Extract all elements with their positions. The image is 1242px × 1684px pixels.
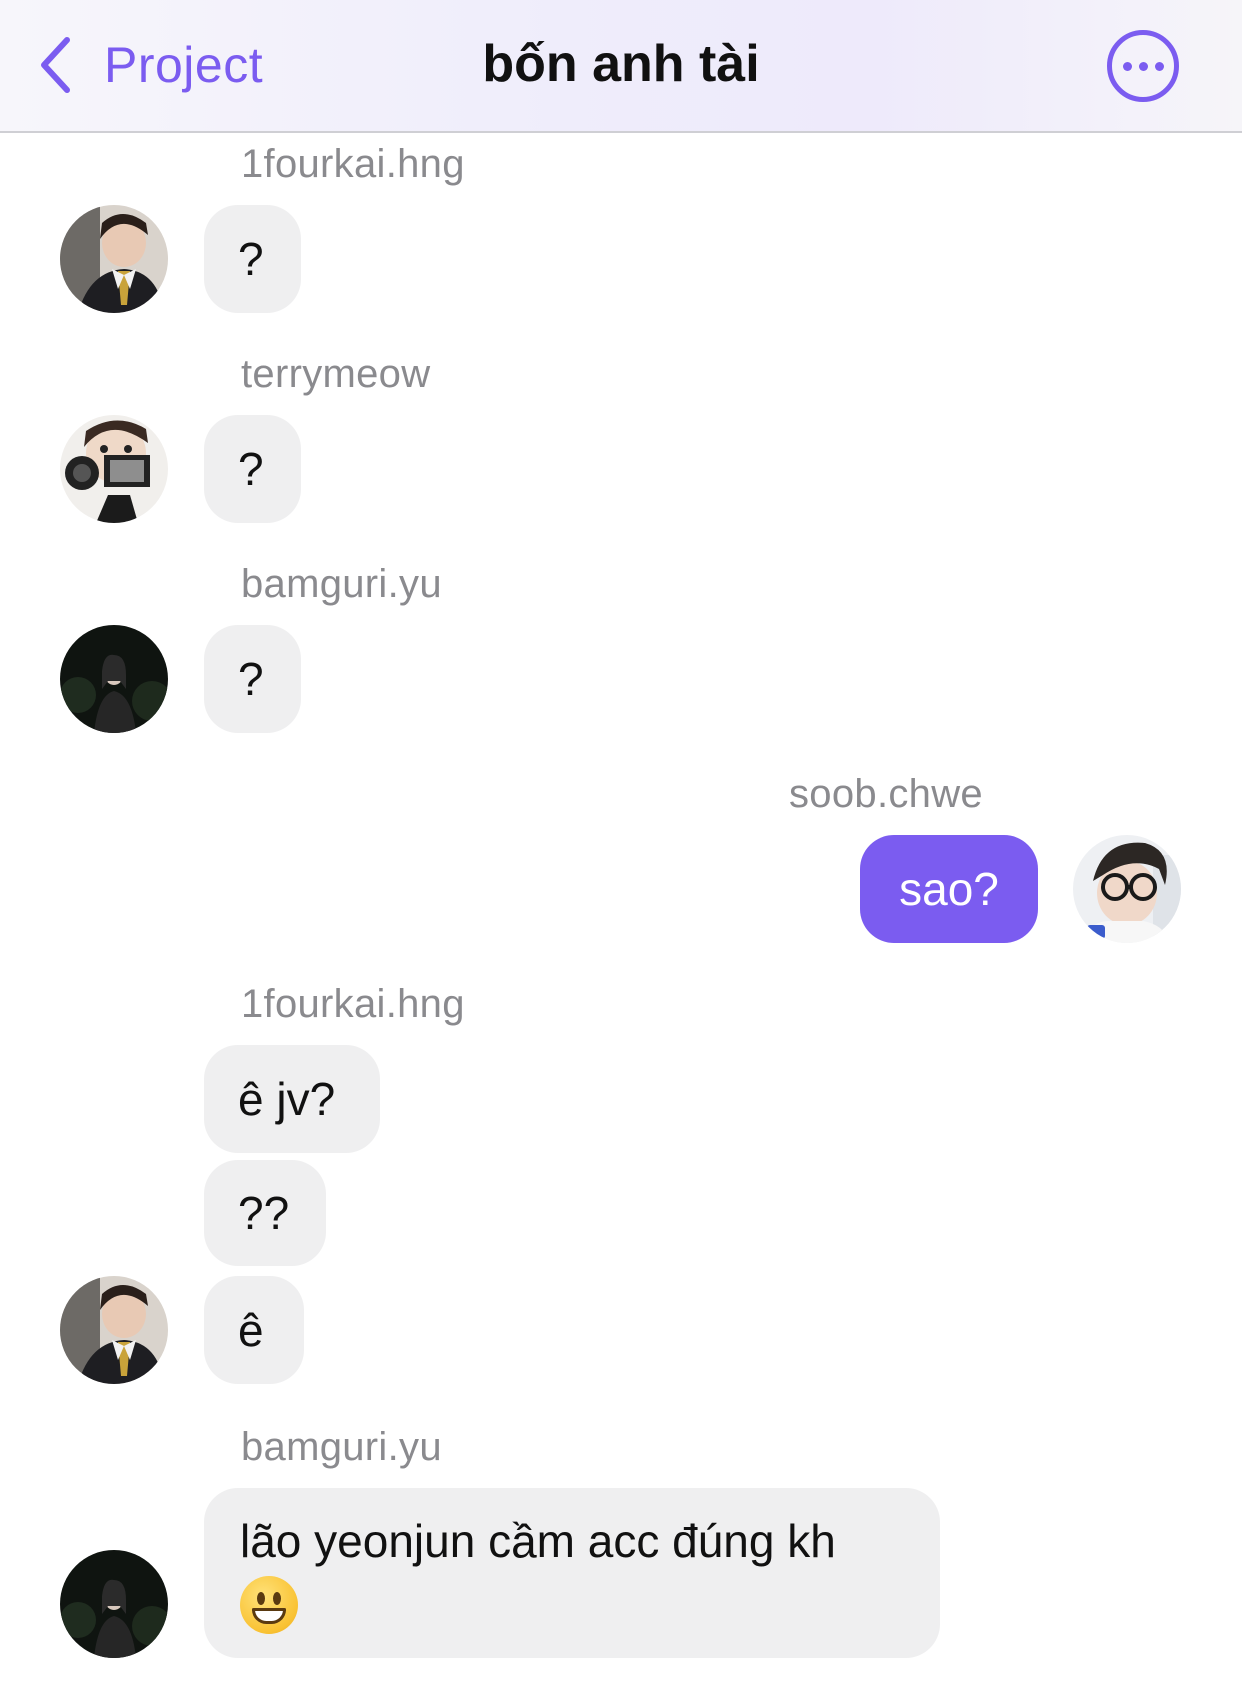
message-bubble[interactable]: ?? [204,1160,326,1266]
sender-name: soob.chwe [789,772,983,816]
avatar[interactable] [1073,835,1181,943]
message-bubble[interactable]: ? [204,415,301,523]
sender-name: 1fourkai.hng [241,982,465,1026]
more-options-button[interactable] [1107,30,1179,102]
chat-title: bốn anh tài [482,35,760,93]
more-dot-icon [1122,61,1132,71]
sender-name: bamguri.yu [241,562,442,606]
sender-name: terrymeow [241,352,431,396]
message-bubble[interactable]: ê jv? [204,1045,380,1153]
avatar[interactable] [60,625,168,733]
message-bubble[interactable]: lão yeonjun cầm acc đúng kh [204,1488,940,1658]
avatar[interactable] [60,1276,168,1384]
message-bubble[interactable]: ? [204,205,301,313]
avatar[interactable] [60,205,168,313]
message-text: lão yeonjun cầm acc đúng kh [240,1515,836,1567]
sender-name: 1fourkai.hng [241,142,465,186]
more-dot-icon [1154,61,1164,71]
grinning-face-icon [240,1575,298,1634]
avatar[interactable] [60,415,168,523]
message-bubble[interactable]: ? [204,625,301,733]
sender-name: bamguri.yu [241,1425,442,1469]
more-dot-icon [1138,61,1148,71]
message-bubble-outgoing[interactable]: sao? [860,835,1038,943]
nav-header: Project bốn anh tài [0,0,1242,133]
chat-screen: Project bốn anh tài 1fourkai.hng ? terry… [0,0,1242,1684]
message-bubble[interactable]: ê [204,1276,304,1384]
avatar[interactable] [60,1550,168,1658]
